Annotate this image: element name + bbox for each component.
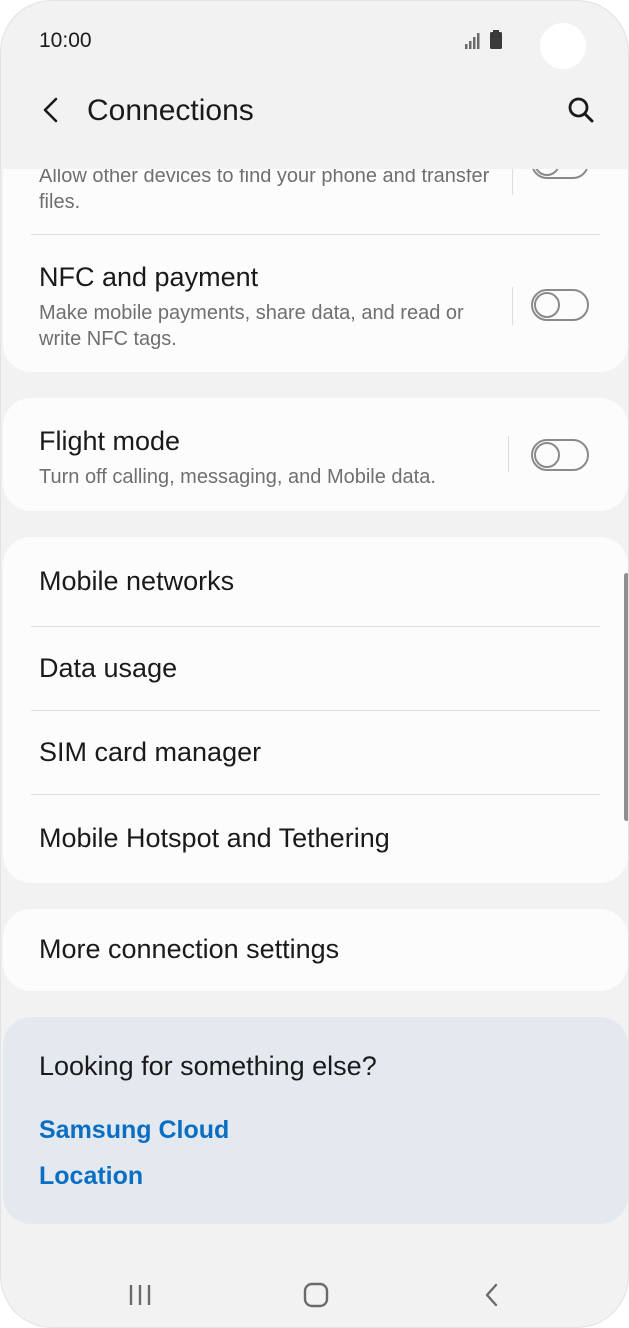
search-button[interactable] [561,89,601,131]
samsung-cloud-link[interactable]: Samsung Cloud [39,1116,229,1145]
front-camera [540,23,586,69]
flight-mode-subtitle: Turn off calling, messaging, and Mobile … [39,466,436,488]
toggle-knob [534,169,560,176]
recents-icon [129,1285,151,1305]
phone-visibility-subtitle: Allow other devices to find your phone a… [39,169,490,213]
mobile-networks-row[interactable]: Mobile networks [3,537,628,626]
nfc-subtitle: Make mobile payments, share data, and re… [39,302,464,350]
back-button[interactable] [31,89,71,131]
hotspot-row[interactable]: Mobile Hotspot and Tethering [3,795,628,883]
mobile-networks-label: Mobile networks [39,566,235,596]
nav-back-icon [485,1283,498,1307]
navigation-bar [1,1261,628,1327]
toggle-knob [534,442,560,468]
scroll-indicator[interactable] [624,573,628,821]
home-button[interactable] [286,1275,346,1315]
vertical-separator [512,169,513,195]
home-icon [303,1282,329,1308]
phone-screen: 10:00 Connections Allow other devices to… [0,0,629,1328]
vertical-separator [512,287,513,325]
recents-button[interactable] [110,1275,170,1315]
data-usage-label: Data usage [39,653,178,683]
nfc-title: NFC and payment [39,262,259,292]
card-sharing: Allow other devices to find your phone a… [3,169,628,372]
phone-visibility-row[interactable]: Allow other devices to find your phone a… [3,169,628,235]
data-usage-row[interactable]: Data usage [3,627,628,710]
hotspot-label: Mobile Hotspot and Tethering [39,823,390,853]
flight-mode-toggle[interactable] [531,439,589,471]
nav-back-button[interactable] [462,1275,522,1315]
status-icons [463,29,511,53]
vertical-separator [508,436,509,472]
signal-icon [465,30,502,49]
flight-mode-title: Flight mode [39,426,181,456]
flight-mode-row[interactable]: Flight mode Turn off calling, messaging,… [3,398,628,511]
more-connection-settings-label: More connection settings [39,934,340,964]
suggestions-heading: Looking for something else? [39,1051,377,1081]
location-link[interactable]: Location [39,1162,143,1191]
suggestions-card: Looking for something else? Samsung Clou… [3,1017,628,1224]
search-icon [568,97,594,123]
card-more-settings: More connection settings [3,909,628,991]
toggle-knob [534,292,560,318]
phone-visibility-toggle[interactable] [531,169,589,179]
page-title: Connections [87,94,254,127]
nfc-row[interactable]: NFC and payment Make mobile payments, sh… [3,235,628,372]
nfc-toggle[interactable] [531,289,589,321]
sim-card-manager-label: SIM card manager [39,737,262,767]
card-flight-mode: Flight mode Turn off calling, messaging,… [3,398,628,511]
status-time: 10:00 [39,29,92,52]
more-connection-settings-row[interactable]: More connection settings [3,909,628,991]
back-arrow-icon [43,97,58,123]
sim-card-manager-row[interactable]: SIM card manager [3,711,628,794]
card-networks: Mobile networks Data usage SIM card mana… [3,537,628,883]
battery-icon [490,30,502,49]
settings-list[interactable]: Allow other devices to find your phone a… [1,169,628,1239]
